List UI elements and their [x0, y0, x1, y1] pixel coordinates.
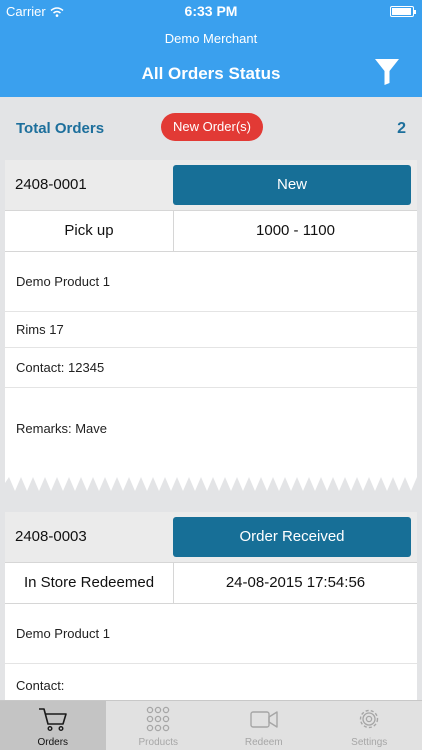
tab-label: Products [138, 737, 178, 748]
order-product: Demo Product 1 [5, 604, 417, 664]
app-header: Carrier 6:33 PM Demo Merchant All Orders… [0, 0, 422, 97]
order-contact: Contact: [16, 678, 65, 693]
order-card-header: 2408-0001 New [5, 160, 417, 210]
tab-bar: Orders Products Redeem Settings [0, 700, 422, 750]
order-time: 1000 - 1100 [256, 222, 335, 239]
tab-label: Settings [351, 737, 388, 748]
order-meta: Pick up 1000 - 1100 [5, 210, 417, 252]
page-title: All Orders Status [141, 64, 281, 83]
battery-icon [390, 6, 416, 17]
orders-summary: Total Orders New Order(s) 2 [0, 97, 422, 160]
order-type: Pick up [5, 211, 174, 251]
filter-icon[interactable] [374, 58, 400, 86]
order-id: 2408-0003 [15, 528, 87, 545]
status-bar: Carrier 6:33 PM [0, 0, 422, 22]
order-card[interactable]: 2408-0003 Order Received In Store Redeem… [5, 512, 417, 700]
order-id: 2408-0001 [15, 176, 87, 193]
tab-settings[interactable]: Settings [317, 701, 422, 750]
total-orders-label: Total Orders [16, 120, 105, 137]
clock: 6:33 PM [184, 3, 238, 19]
gear-icon [360, 709, 379, 729]
tab-redeem[interactable]: Redeem [211, 701, 317, 750]
order-card-header: 2408-0003 Order Received [5, 512, 417, 562]
order-option: Rims 17 [5, 312, 417, 348]
cart-icon [38, 708, 67, 732]
order-type: In Store Redeemed [5, 563, 174, 603]
torn-edge-divider [5, 473, 417, 491]
video-camera-icon [250, 711, 278, 728]
tab-products[interactable]: Products [106, 701, 212, 750]
total-orders-count: 2 [397, 120, 406, 137]
tab-orders[interactable]: Orders [0, 701, 106, 750]
order-remarks: Remarks: Mave [16, 421, 108, 436]
grid-icon [147, 706, 170, 732]
order-meta: In Store Redeemed 24-08-2015 17:54:56 [5, 562, 417, 604]
tab-label: Orders [37, 737, 69, 748]
order-status-button[interactable]: New [173, 165, 411, 205]
order-status-button[interactable]: Order Received [173, 517, 411, 557]
tab-label: Redeem [244, 737, 283, 748]
order-contact: Contact: 12345 [5, 348, 417, 388]
order-card[interactable]: 2408-0001 New Pick up 1000 - 1100 Demo P… [5, 160, 417, 473]
order-time: 24-08-2015 17:54:56 [225, 574, 366, 591]
merchant-name: Demo Merchant [164, 31, 258, 46]
new-orders-badge[interactable]: New Order(s) [161, 113, 264, 141]
order-product: Demo Product 1 [5, 252, 417, 312]
